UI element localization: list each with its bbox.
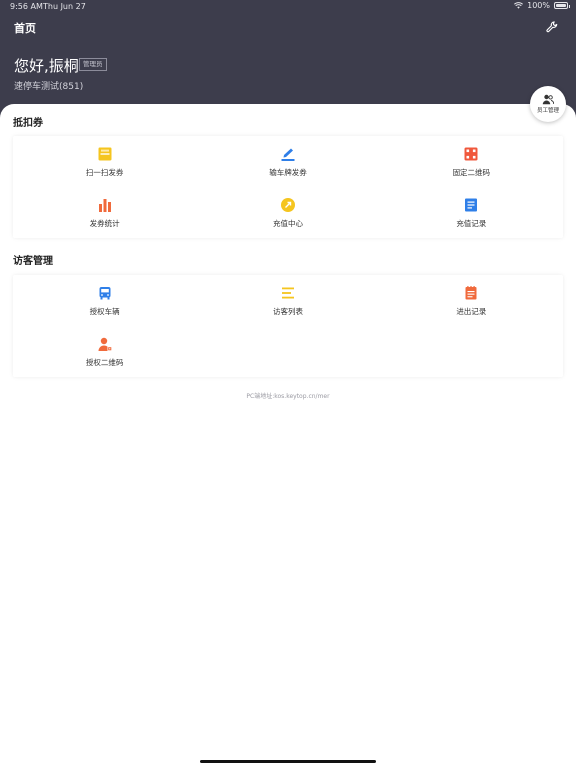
issue-stats-button[interactable]: 发券统计 [13, 187, 196, 238]
scan-icon [98, 147, 112, 160]
pc-url-text: PC端地址:kos.keytop.cn/mer [246, 393, 330, 400]
authorized-qrcode-label: 授权二维码 [85, 357, 124, 367]
wrench-icon[interactable] [545, 20, 559, 34]
page-title: 首页 [14, 22, 36, 35]
home-indicator[interactable] [200, 760, 376, 763]
store-name: 速停车测试(851) [14, 82, 84, 92]
plate-issue-label: 输车牌发券 [269, 167, 307, 177]
greeting-text: 您好,振桐 [14, 57, 79, 75]
users-icon [542, 94, 554, 105]
bar-chart-icon [98, 198, 111, 212]
coupons-card: 扫一扫发券 输车牌发券 固定二维码 发券统计 充值中心 充值记录 [13, 136, 563, 238]
section-title-coupons: 抵扣券 [13, 118, 43, 129]
authorized-qrcode-button[interactable]: 授权二维码 [13, 326, 196, 377]
role-badge: 管理员 [79, 58, 107, 71]
status-bar: 9:56 AM Thu Jun 27 100% [0, 0, 576, 14]
recharge-center-button[interactable]: 充值中心 [196, 187, 379, 238]
fixed-qrcode-label: 固定二维码 [452, 167, 491, 177]
edit-plate-icon [281, 148, 295, 161]
recharge-records-button[interactable]: 充值记录 [380, 187, 563, 238]
wifi-icon [514, 2, 524, 9]
staff-management-button[interactable]: 员工管理 [530, 86, 566, 122]
battery-percent: 100% [527, 1, 550, 10]
issue-stats-label: 发券统计 [89, 218, 120, 228]
recharge-records-label: 充值记录 [456, 218, 487, 228]
fixed-qrcode-button[interactable]: 固定二维码 [380, 136, 563, 187]
document-icon [465, 198, 478, 211]
section-title-visitors: 访客管理 [13, 256, 53, 267]
authorized-vehicles-label: 授权车辆 [89, 306, 120, 316]
app-header: 9:56 AM Thu Jun 27 100% 首页 您好,振桐 管理员 速停车… [0, 0, 576, 118]
staff-management-label: 员工管理 [536, 108, 559, 114]
scan-issue-button[interactable]: 扫一扫发券 [13, 136, 196, 187]
list-icon [281, 287, 294, 298]
status-right-group: 100% [514, 1, 570, 10]
status-date: Thu Jun 27 [43, 2, 86, 11]
visitor-list-button[interactable]: 访客列表 [196, 275, 379, 326]
scan-issue-label: 扫一扫发券 [85, 167, 124, 177]
recharge-center-label: 充值中心 [272, 218, 303, 228]
bus-icon [99, 286, 111, 299]
entry-exit-records-button[interactable]: 进出记录 [380, 275, 563, 326]
recharge-icon [280, 197, 295, 212]
visitor-list-label: 访客列表 [272, 306, 303, 316]
entry-exit-records-label: 进出记录 [456, 306, 487, 316]
authorized-vehicles-button[interactable]: 授权车辆 [13, 275, 196, 326]
status-time: 9:56 AM [10, 2, 43, 11]
notebook-icon [465, 285, 477, 299]
plate-issue-button[interactable]: 输车牌发券 [196, 136, 379, 187]
visitors-card: 授权车辆 访客列表 进出记录 授权二维码 [13, 275, 563, 377]
battery-icon [554, 2, 570, 9]
qrcode-icon [464, 147, 478, 160]
user-qr-icon [98, 337, 112, 351]
